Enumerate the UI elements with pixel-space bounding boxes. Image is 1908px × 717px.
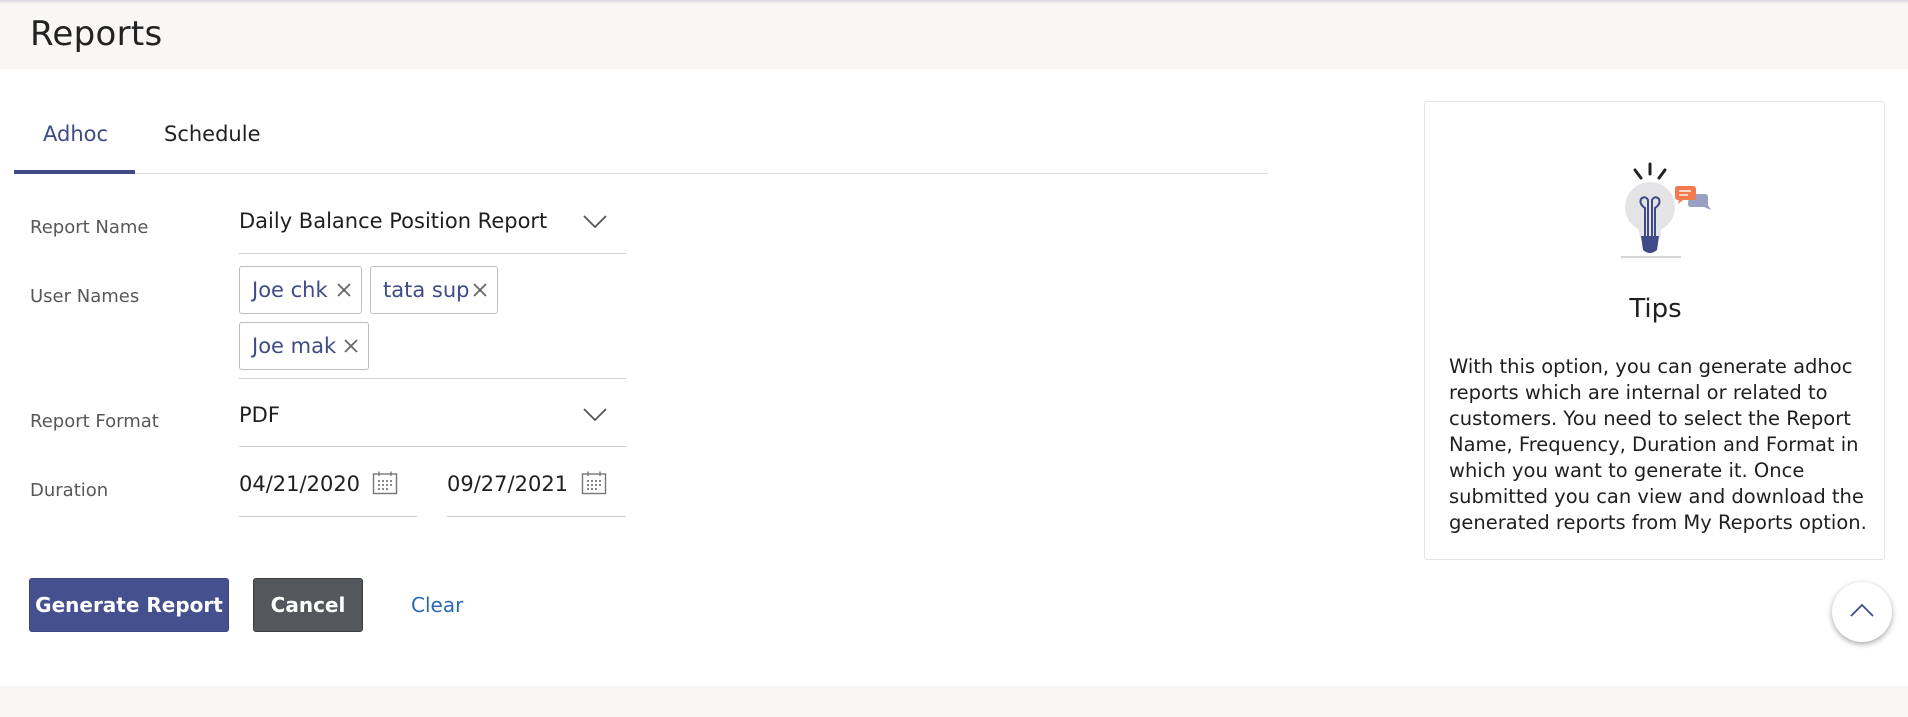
duration-to-underline xyxy=(447,516,626,517)
tips-title: Tips xyxy=(1629,294,1682,324)
generate-report-button[interactable]: Generate Report xyxy=(29,578,229,632)
user-names-label: User Names xyxy=(30,286,140,307)
report-name-value: Daily Balance Position Report xyxy=(239,209,548,233)
tab-bar: Adhoc Schedule xyxy=(14,100,1268,174)
chevron-down-icon[interactable] xyxy=(583,408,607,422)
user-names-underline xyxy=(239,378,626,379)
remove-chip-icon[interactable] xyxy=(473,283,487,297)
chevron-down-icon[interactable] xyxy=(583,215,607,229)
top-shadow xyxy=(0,0,1908,4)
cancel-button[interactable]: Cancel xyxy=(253,578,363,632)
chevron-up-icon xyxy=(1850,603,1874,617)
lightbulb-icon xyxy=(1621,162,1711,258)
chip-label: Joe chk xyxy=(252,278,328,302)
report-name-underline xyxy=(239,253,626,254)
report-format-label: Report Format xyxy=(30,411,159,432)
duration-label: Duration xyxy=(30,480,109,501)
tips-card: Tips With this option, you can generate … xyxy=(1424,101,1885,560)
tab-schedule[interactable]: Schedule xyxy=(135,100,280,174)
calendar-icon[interactable] xyxy=(372,471,398,495)
user-chip-tata-sup: tata sup xyxy=(370,266,498,314)
tab-adhoc[interactable]: Adhoc xyxy=(14,100,135,174)
scroll-to-top-button[interactable] xyxy=(1832,582,1892,642)
tips-text: With this option, you can generate adhoc… xyxy=(1449,355,1867,534)
chip-label: Joe mak xyxy=(252,334,337,358)
report-name-label: Report Name xyxy=(30,217,149,238)
report-format-underline xyxy=(239,446,626,447)
calendar-icon[interactable] xyxy=(581,471,607,495)
remove-chip-icon[interactable] xyxy=(337,283,351,297)
page-title: Reports xyxy=(30,14,163,54)
remove-chip-icon[interactable] xyxy=(344,339,358,353)
clear-link[interactable]: Clear xyxy=(411,593,463,617)
duration-from-underline xyxy=(239,516,417,517)
user-chip-joe-chk: Joe chk xyxy=(239,266,362,314)
chat-bubble-icon xyxy=(1675,186,1711,210)
duration-to-value: 09/27/2021 xyxy=(447,472,569,496)
chip-label: tata sup xyxy=(383,278,470,302)
duration-from-value: 04/21/2020 xyxy=(239,472,361,496)
user-chip-joe-mak: Joe mak xyxy=(239,322,369,370)
report-format-value: PDF xyxy=(239,403,280,427)
